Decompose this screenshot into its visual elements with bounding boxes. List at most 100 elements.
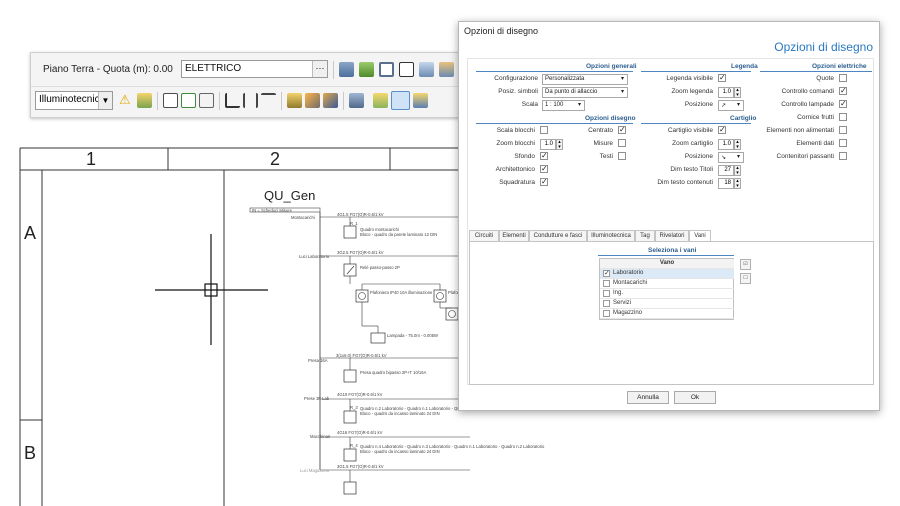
- cornice-frutti-checkbox[interactable]: [839, 113, 847, 121]
- cornice-frutti-label: Cornice frutti: [797, 114, 834, 121]
- scala-select[interactable]: 1 : 100 ▾: [542, 100, 585, 111]
- ok-button[interactable]: Ok: [674, 391, 716, 404]
- posiz-simboli-select[interactable]: Da punto di allaccio ▾: [542, 87, 628, 98]
- dim-testo-titoli-spinner[interactable]: ▴ ▾: [734, 165, 741, 176]
- squadratura-checkbox[interactable]: ✓: [540, 178, 548, 186]
- legenda-visibile-checkbox[interactable]: ✓: [718, 74, 726, 82]
- controllo-comandi-checkbox[interactable]: ✓: [839, 87, 847, 95]
- zoom-legenda-label: Zoom legenda: [671, 88, 713, 95]
- chevron-down-icon: ▾: [620, 89, 624, 95]
- scala-blocchi-checkbox[interactable]: [540, 126, 548, 134]
- vani-row-checkbox[interactable]: [603, 290, 610, 297]
- zoom-legenda-spinner[interactable]: ▴ ▾: [734, 87, 741, 98]
- configurazione-select[interactable]: Personalizzata ▾: [542, 74, 628, 85]
- zoom-blocchi-label: Zoom blocchi: [496, 140, 535, 147]
- zoom-blocchi-input[interactable]: 1.0: [540, 139, 556, 150]
- grid-row-label-a: A: [24, 223, 37, 243]
- zoom-legenda-input[interactable]: 1.0: [718, 87, 734, 98]
- layer-stack-icon[interactable]: [339, 62, 354, 77]
- posizione-legenda-select[interactable]: ↗ ▾: [718, 100, 744, 111]
- centrato-checkbox[interactable]: ✓: [618, 126, 626, 134]
- warning-icon[interactable]: ⚠: [119, 93, 134, 108]
- sfondo-checkbox[interactable]: ✓: [540, 152, 548, 160]
- layer-browse-button[interactable]: ···: [312, 61, 327, 77]
- toolbar-separator: [333, 61, 334, 79]
- pencil-icon[interactable]: [305, 93, 320, 108]
- filter-icon[interactable]: [349, 93, 364, 108]
- layer-green-icon[interactable]: [359, 62, 374, 77]
- circuit-name: Presa 16A: [308, 358, 328, 363]
- toolbar-separator: [157, 92, 158, 110]
- section-divider: [598, 255, 734, 256]
- posiz-simboli-label: Posiz. simboli: [498, 88, 538, 95]
- deselect-all-icon[interactable]: ☐: [740, 273, 751, 284]
- vani-row-label: Magazzino: [613, 310, 643, 316]
- calculator-icon[interactable]: [163, 93, 178, 108]
- frame-icon[interactable]: [379, 62, 394, 77]
- select-all-icon[interactable]: ☑: [740, 259, 751, 270]
- cartiglio-visibile-checkbox[interactable]: ✓: [718, 126, 726, 134]
- vani-row[interactable]: Montacarichi: [600, 279, 734, 289]
- chevron-down-icon: ▼: [98, 92, 112, 109]
- circuit-name: Luci Magazzino: [300, 468, 330, 473]
- legenda-visibile-label: Legenda visibile: [666, 75, 713, 82]
- cancel-button[interactable]: Annulla: [627, 391, 669, 404]
- draw-options-icon[interactable]: [391, 91, 410, 110]
- controllo-lampade-checkbox[interactable]: ✓: [839, 100, 847, 108]
- toolbar-row-bottom: Illuminotecnica ▼ ⚠: [31, 86, 461, 114]
- architettonico-checkbox[interactable]: ✓: [540, 165, 548, 173]
- layer-input[interactable]: ELETTRICO: [181, 60, 328, 78]
- section-divider: [476, 123, 633, 124]
- misure-checkbox[interactable]: [618, 139, 626, 147]
- circuit-cable: 3G1.5 FG7(O)R-0.6/1 kV: [337, 464, 384, 469]
- bulb-select-icon[interactable]: [287, 93, 302, 108]
- brush-icon[interactable]: [323, 93, 338, 108]
- circuit-cable: 4G16 FG7(O)R-0.6/1 kV: [337, 430, 383, 435]
- transfer-icon[interactable]: [439, 62, 454, 77]
- tree-icon[interactable]: [225, 93, 240, 108]
- testi-checkbox[interactable]: [618, 152, 626, 160]
- elementi-non-alimentati-checkbox[interactable]: [839, 126, 847, 134]
- posiz-simboli-value: Da punto di allaccio: [545, 89, 598, 95]
- posizione-cartiglio-value: ↘: [721, 155, 727, 161]
- contenitori-passanti-checkbox[interactable]: [839, 152, 847, 160]
- circuit-name: Montacarichi: [291, 215, 315, 220]
- elementi-dati-checkbox[interactable]: [839, 139, 847, 147]
- equalizer-icon[interactable]: [243, 93, 258, 108]
- vani-row-checkbox[interactable]: ✓: [603, 270, 610, 277]
- circuit-name: Luci Laboratorio: [299, 254, 330, 259]
- zoom-cartiglio-spinner[interactable]: ▴ ▾: [734, 139, 741, 150]
- vani-row[interactable]: Ing.: [600, 289, 734, 299]
- dialog-body: Opzioni generali Configurazione Personal…: [467, 58, 874, 385]
- zoom-cartiglio-label: Zoom cartiglio: [672, 140, 713, 147]
- vani-row[interactable]: Magazzino: [600, 309, 734, 319]
- posizione-cartiglio-select[interactable]: ↘ ▾: [718, 152, 744, 163]
- network-icon[interactable]: [261, 93, 276, 108]
- section-title-electrical: Opzioni elettriche: [812, 63, 867, 70]
- mode-select[interactable]: Illuminotecnica ▼: [35, 91, 113, 110]
- section-divider: [641, 71, 751, 72]
- paint-icon[interactable]: [413, 93, 428, 108]
- quote-checkbox[interactable]: [839, 74, 847, 82]
- dim-testo-contenuti-label: Dim testo contenuti: [657, 179, 713, 186]
- chevron-down-icon: ▾: [620, 76, 624, 82]
- vani-row-checkbox[interactable]: [603, 310, 610, 317]
- configurazione-value: Personalizzata: [545, 76, 585, 82]
- document-icon[interactable]: [199, 93, 214, 108]
- vani-row-checkbox[interactable]: [603, 280, 610, 287]
- vani-row-label: Montacarichi: [613, 280, 648, 286]
- tag-icon[interactable]: [373, 93, 388, 108]
- squadratura-label: Squadratura: [499, 179, 535, 186]
- vani-row-checkbox[interactable]: [603, 300, 610, 307]
- vani-row[interactable]: Servizi: [600, 299, 734, 309]
- table-green-icon[interactable]: [181, 93, 196, 108]
- move-icon[interactable]: [399, 62, 414, 77]
- dim-testo-contenuti-spinner[interactable]: ▴ ▾: [734, 178, 741, 189]
- zoom-cartiglio-input[interactable]: 1.0: [718, 139, 734, 150]
- dim-testo-contenuti-input[interactable]: 18: [718, 178, 734, 189]
- vani-row[interactable]: ✓ Laboratorio: [600, 269, 734, 279]
- warning-list-icon[interactable]: [137, 93, 152, 108]
- dim-testo-titoli-input[interactable]: 27: [718, 165, 734, 176]
- copy-icon[interactable]: [419, 62, 434, 77]
- zoom-blocchi-spinner[interactable]: ▴ ▾: [556, 139, 563, 150]
